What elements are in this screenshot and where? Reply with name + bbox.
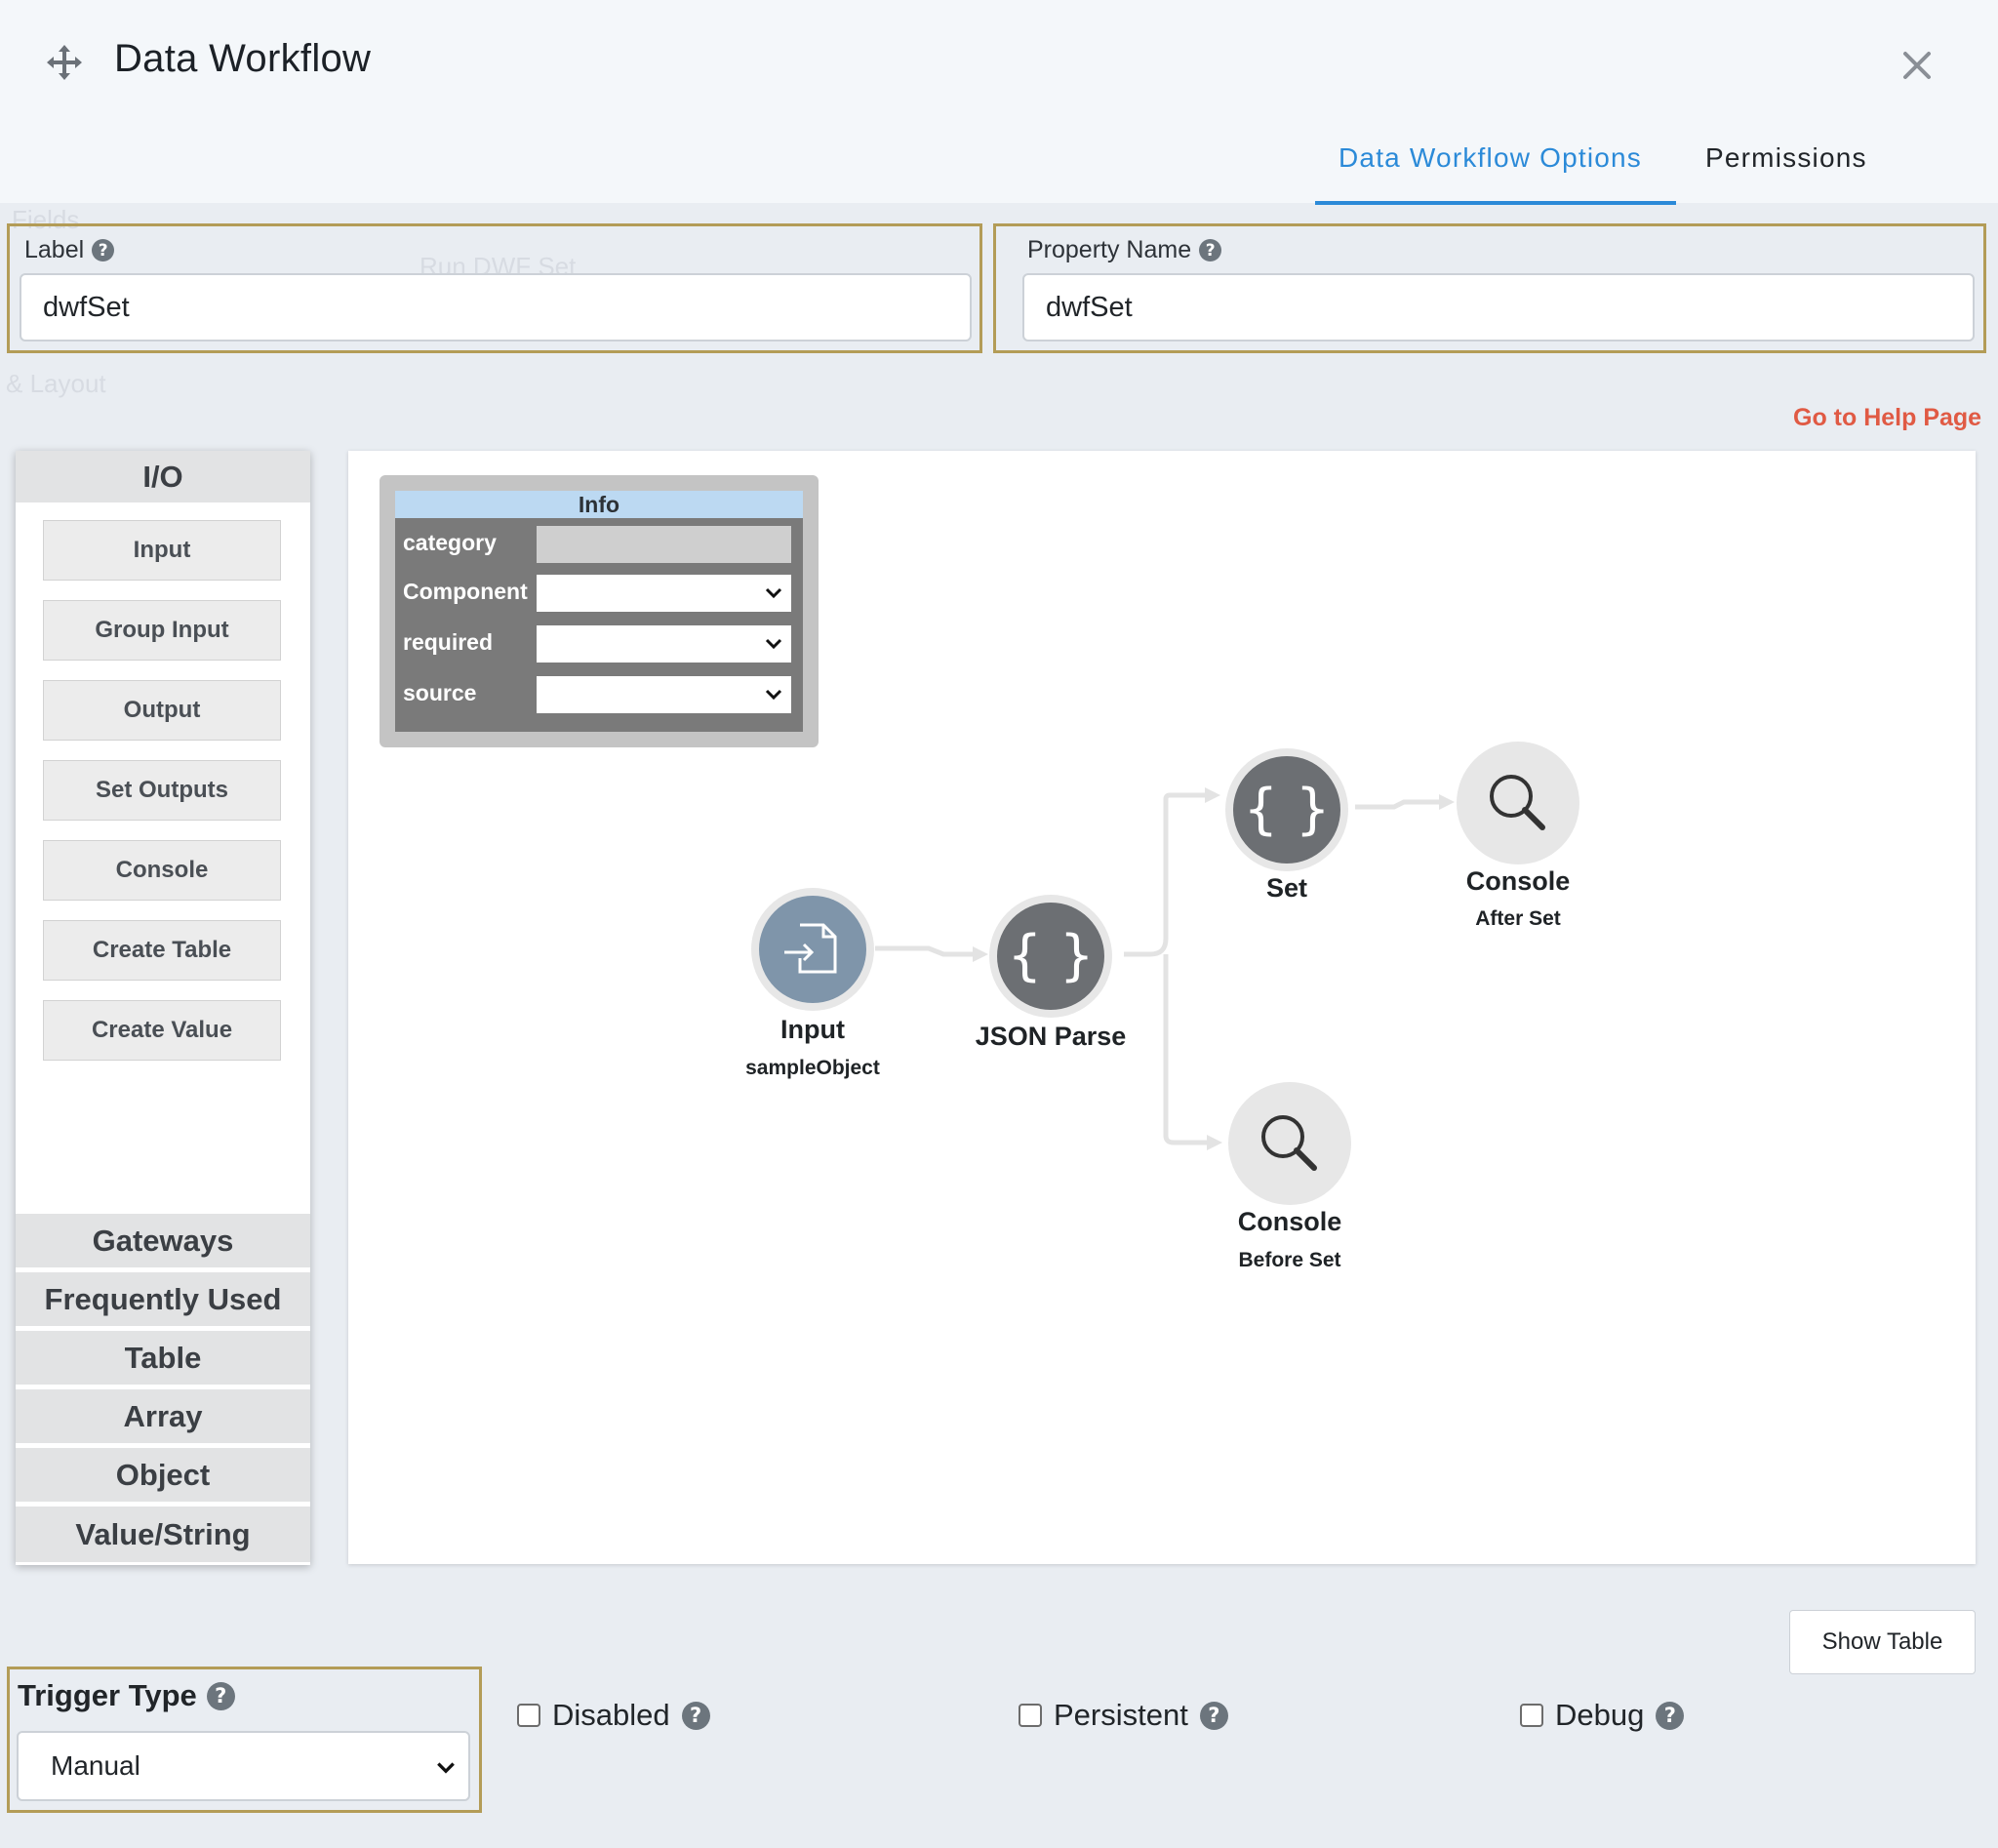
node-input-sub: sampleObject [745, 1057, 880, 1079]
file-import-icon [751, 888, 874, 1011]
node-json-parse[interactable]: { } [987, 893, 1114, 1020]
palette-item-input[interactable]: Input [43, 520, 281, 581]
node-set[interactable]: { } [1223, 746, 1350, 873]
node-input-label: Input [780, 1015, 845, 1044]
active-tab-indicator [1315, 201, 1676, 205]
palette-section-object[interactable]: Object [16, 1448, 310, 1505]
node-console-after-sub: After Set [1475, 907, 1561, 930]
property-name-field-group: Property Name ? dwfSet [993, 223, 1986, 353]
palette-section-array[interactable]: Array [16, 1389, 310, 1446]
node-set-label: Set [1265, 873, 1308, 903]
property-name-input[interactable]: dwfSet [1022, 273, 1975, 341]
workflow-connections [875, 787, 1455, 1150]
magnifier-icon [1228, 1082, 1351, 1205]
magnifier-icon [1457, 742, 1579, 864]
palette-section-table[interactable]: Table [16, 1331, 310, 1387]
curly-braces-icon: { } [989, 895, 1112, 1018]
debug-label: Debug [1555, 1698, 1645, 1732]
label-field-group: Label ? dwfSet [7, 223, 982, 353]
persistent-option: Persistent ? [1019, 1698, 1228, 1733]
help-icon[interactable]: ? [1199, 1701, 1228, 1730]
trigger-type-text: Trigger Type [18, 1678, 197, 1712]
node-console-before[interactable] [1226, 1080, 1353, 1207]
help-icon[interactable]: ? [1656, 1701, 1685, 1730]
help-page-link[interactable]: Go to Help Page [1793, 404, 1981, 432]
node-palette: I/O Input Group Input Output Set Outputs… [16, 451, 310, 1565]
move-icon[interactable] [45, 43, 84, 82]
palette-section-gateways[interactable]: Gateways [16, 1214, 310, 1270]
disabled-label: Disabled [552, 1698, 670, 1732]
workflow-canvas[interactable]: Info category Component required source [348, 451, 1976, 1564]
help-icon[interactable]: ? [206, 1681, 235, 1710]
modal-header: Data Workflow Data Workflow Options Perm… [0, 0, 1998, 205]
palette-item-output[interactable]: Output [43, 680, 281, 741]
palette-item-group-input[interactable]: Group Input [43, 600, 281, 661]
trigger-type-caption: Trigger Type ? [18, 1678, 235, 1713]
tab-data-workflow-options[interactable]: Data Workflow Options [1339, 142, 1642, 174]
persistent-checkbox[interactable] [1019, 1704, 1042, 1727]
label-field-caption: Label ? [24, 236, 115, 264]
help-icon[interactable]: ? [681, 1701, 710, 1730]
node-console-before-label: Console [1237, 1207, 1342, 1236]
palette-item-create-value[interactable]: Create Value [43, 1000, 281, 1061]
help-icon[interactable]: ? [1199, 239, 1222, 261]
bg-layout-text: & Layout [6, 369, 106, 398]
palette-section-value-string[interactable]: Value/String [16, 1507, 310, 1565]
close-icon[interactable] [1900, 49, 1934, 82]
debug-checkbox[interactable] [1520, 1704, 1543, 1727]
property-name-caption-text: Property Name [1027, 236, 1192, 263]
svg-text:{ }: { } [1007, 924, 1094, 987]
chevron-down-icon [437, 1762, 455, 1774]
palette-section-frequently-used[interactable]: Frequently Used [16, 1272, 310, 1329]
node-console-after-label: Console [1465, 866, 1571, 896]
svg-text:{ }: { } [1243, 778, 1330, 841]
node-input[interactable] [749, 886, 876, 1013]
trigger-type-value: Manual [51, 1750, 140, 1781]
node-console-before-sub: Before Set [1238, 1249, 1341, 1271]
node-console-after[interactable] [1455, 740, 1581, 866]
palette-item-console[interactable]: Console [43, 840, 281, 901]
modal-title: Data Workflow [114, 37, 372, 80]
node-json-parse-label: JSON Parse [975, 1022, 1127, 1051]
help-icon[interactable]: ? [92, 239, 115, 261]
palette-section-io[interactable]: I/O [16, 451, 310, 505]
persistent-label: Persistent [1054, 1698, 1188, 1732]
tab-permissions[interactable]: Permissions [1705, 142, 1867, 174]
label-input[interactable]: dwfSet [20, 273, 972, 341]
palette-item-create-table[interactable]: Create Table [43, 920, 281, 981]
palette-item-set-outputs[interactable]: Set Outputs [43, 760, 281, 821]
disabled-checkbox[interactable] [517, 1704, 540, 1727]
property-name-caption: Property Name ? [1027, 236, 1222, 264]
show-table-button[interactable]: Show Table [1789, 1610, 1976, 1674]
curly-braces-icon: { } [1225, 748, 1348, 871]
disabled-option: Disabled ? [517, 1698, 710, 1733]
trigger-type-select[interactable]: Manual [17, 1731, 470, 1801]
label-caption-text: Label [24, 236, 85, 263]
debug-option: Debug ? [1520, 1698, 1685, 1733]
